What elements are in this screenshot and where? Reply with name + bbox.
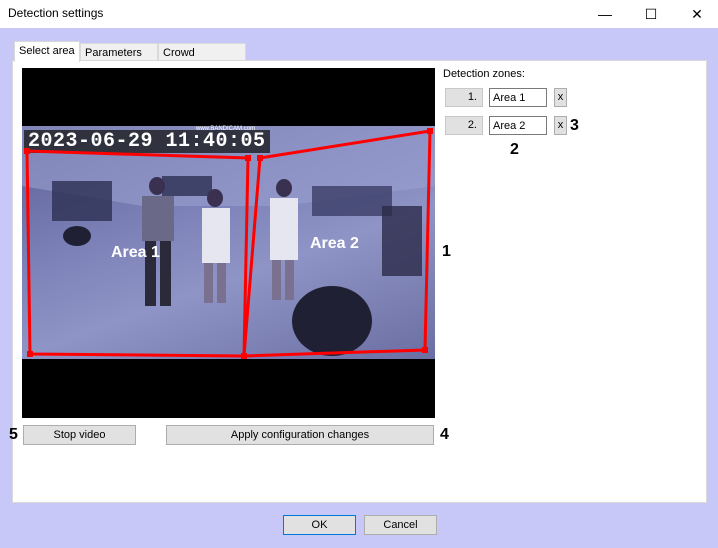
zone-select-button-1[interactable]: 1. — [445, 88, 483, 107]
zone-delete-button-2[interactable]: x — [554, 116, 567, 135]
zone-handle[interactable] — [241, 353, 247, 359]
tab-parameters[interactable]: Parameters — [80, 43, 158, 61]
minimize-icon: — — [598, 6, 612, 22]
callout-stop: 5 — [9, 426, 18, 443]
tab-crowd-detection[interactable]: Crowd detection — [158, 43, 246, 77]
zone-handle[interactable] — [422, 347, 428, 353]
zone-select-button-2[interactable]: 2. — [445, 116, 483, 135]
detection-zones-label: Detection zones: — [443, 68, 525, 80]
cancel-button[interactable]: Cancel — [364, 515, 437, 535]
zone-name-input-1[interactable] — [489, 88, 547, 107]
scene-illustration — [22, 126, 435, 356]
ok-button[interactable]: OK — [283, 515, 356, 535]
zone-handle[interactable] — [427, 128, 433, 134]
zone-handle[interactable] — [245, 155, 251, 161]
apply-configuration-button[interactable]: Apply configuration changes — [166, 425, 434, 445]
video-timestamp: 2023-06-29 11:40:05 — [24, 130, 270, 153]
zone-handle[interactable] — [24, 148, 30, 154]
zone-handle[interactable] — [27, 351, 33, 357]
maximize-icon: ☐ — [644, 5, 658, 22]
tab-select-area[interactable]: Select area — [14, 41, 80, 62]
zone-name-input-2[interactable] — [489, 116, 547, 135]
zone-label-area-1: Area 1 — [111, 244, 160, 261]
close-icon: ✕ — [691, 5, 703, 22]
title-bar: Detection settings — ☐ ✕ — [0, 0, 718, 28]
zone-handle[interactable] — [257, 155, 263, 161]
maximize-button[interactable]: ☐ — [628, 0, 674, 28]
camera-frame — [22, 126, 435, 359]
callout-zone-name: 2 — [510, 141, 519, 158]
video-watermark: www.BANDICAM.com — [196, 126, 256, 132]
callout-zone-delete: 3 — [570, 117, 579, 134]
callout-apply: 4 — [440, 426, 449, 443]
close-button[interactable]: ✕ — [674, 0, 718, 28]
stop-video-button[interactable]: Stop video — [23, 425, 136, 445]
zone-delete-button-1[interactable]: x — [554, 88, 567, 107]
minimize-button[interactable]: — — [582, 0, 628, 28]
callout-video: 1 — [442, 243, 451, 260]
zone-label-area-2: Area 2 — [310, 235, 359, 252]
window-title: Detection settings — [8, 6, 104, 20]
